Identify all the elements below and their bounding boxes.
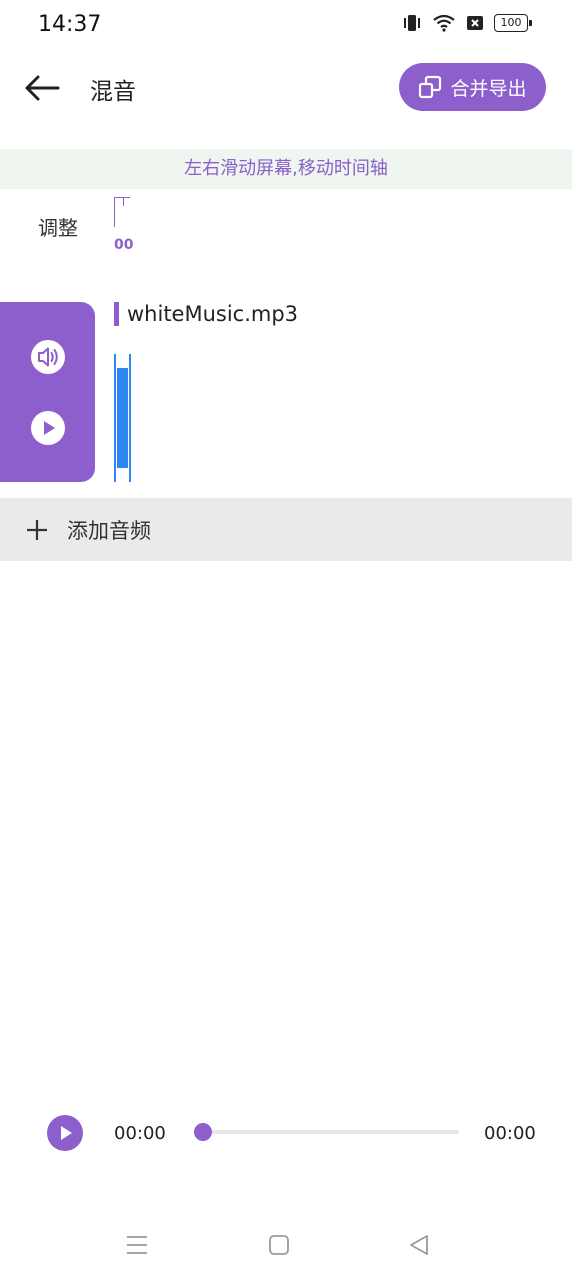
current-time: 00:00	[114, 1123, 166, 1144]
merge-export-button[interactable]: 合并导出	[399, 63, 546, 111]
status-icons: 100	[402, 14, 532, 32]
progress-bar[interactable]	[203, 1130, 459, 1134]
ruler-label: 00	[114, 237, 134, 253]
status-time: 14:37	[38, 12, 102, 37]
add-audio-label: 添加音频	[67, 518, 151, 543]
page-title: 混音	[90, 79, 136, 105]
nav-menu-icon[interactable]	[126, 1235, 148, 1255]
track-waveform[interactable]	[114, 354, 131, 482]
player-play-button[interactable]	[47, 1115, 83, 1151]
track-name-marker	[114, 302, 119, 326]
timeline-ruler[interactable]: 00	[114, 197, 134, 257]
battery-indicator: 100	[494, 14, 532, 32]
ruler-tick	[123, 197, 124, 206]
volume-icon	[31, 340, 65, 374]
progress-thumb[interactable]	[194, 1123, 212, 1141]
arrow-left-icon	[25, 75, 60, 101]
merge-icon	[419, 75, 442, 99]
track-name: whiteMusic.mp3	[127, 302, 299, 326]
back-button[interactable]	[22, 70, 62, 106]
ruler-tick	[114, 197, 115, 227]
play-icon	[31, 411, 65, 445]
track-play-button[interactable]	[30, 410, 66, 446]
nav-back-icon[interactable]	[409, 1235, 429, 1255]
vibrate-icon	[404, 15, 420, 31]
track-control-panel	[0, 302, 95, 482]
timeline-hint: 左右滑动屏幕,移动时间轴	[0, 149, 572, 189]
play-icon	[47, 1115, 83, 1151]
total-time: 00:00	[484, 1123, 536, 1144]
sim-blocked-icon	[467, 16, 483, 30]
add-audio-button[interactable]: 添加音频	[0, 498, 572, 561]
adjust-label: 调整	[38, 216, 78, 240]
nav-home-icon[interactable]	[269, 1235, 289, 1255]
merge-export-label: 合并导出	[450, 77, 527, 100]
track-volume-button[interactable]	[30, 339, 66, 375]
ruler-tick	[114, 197, 130, 198]
wifi-icon	[433, 14, 455, 32]
plus-icon	[27, 519, 47, 540]
